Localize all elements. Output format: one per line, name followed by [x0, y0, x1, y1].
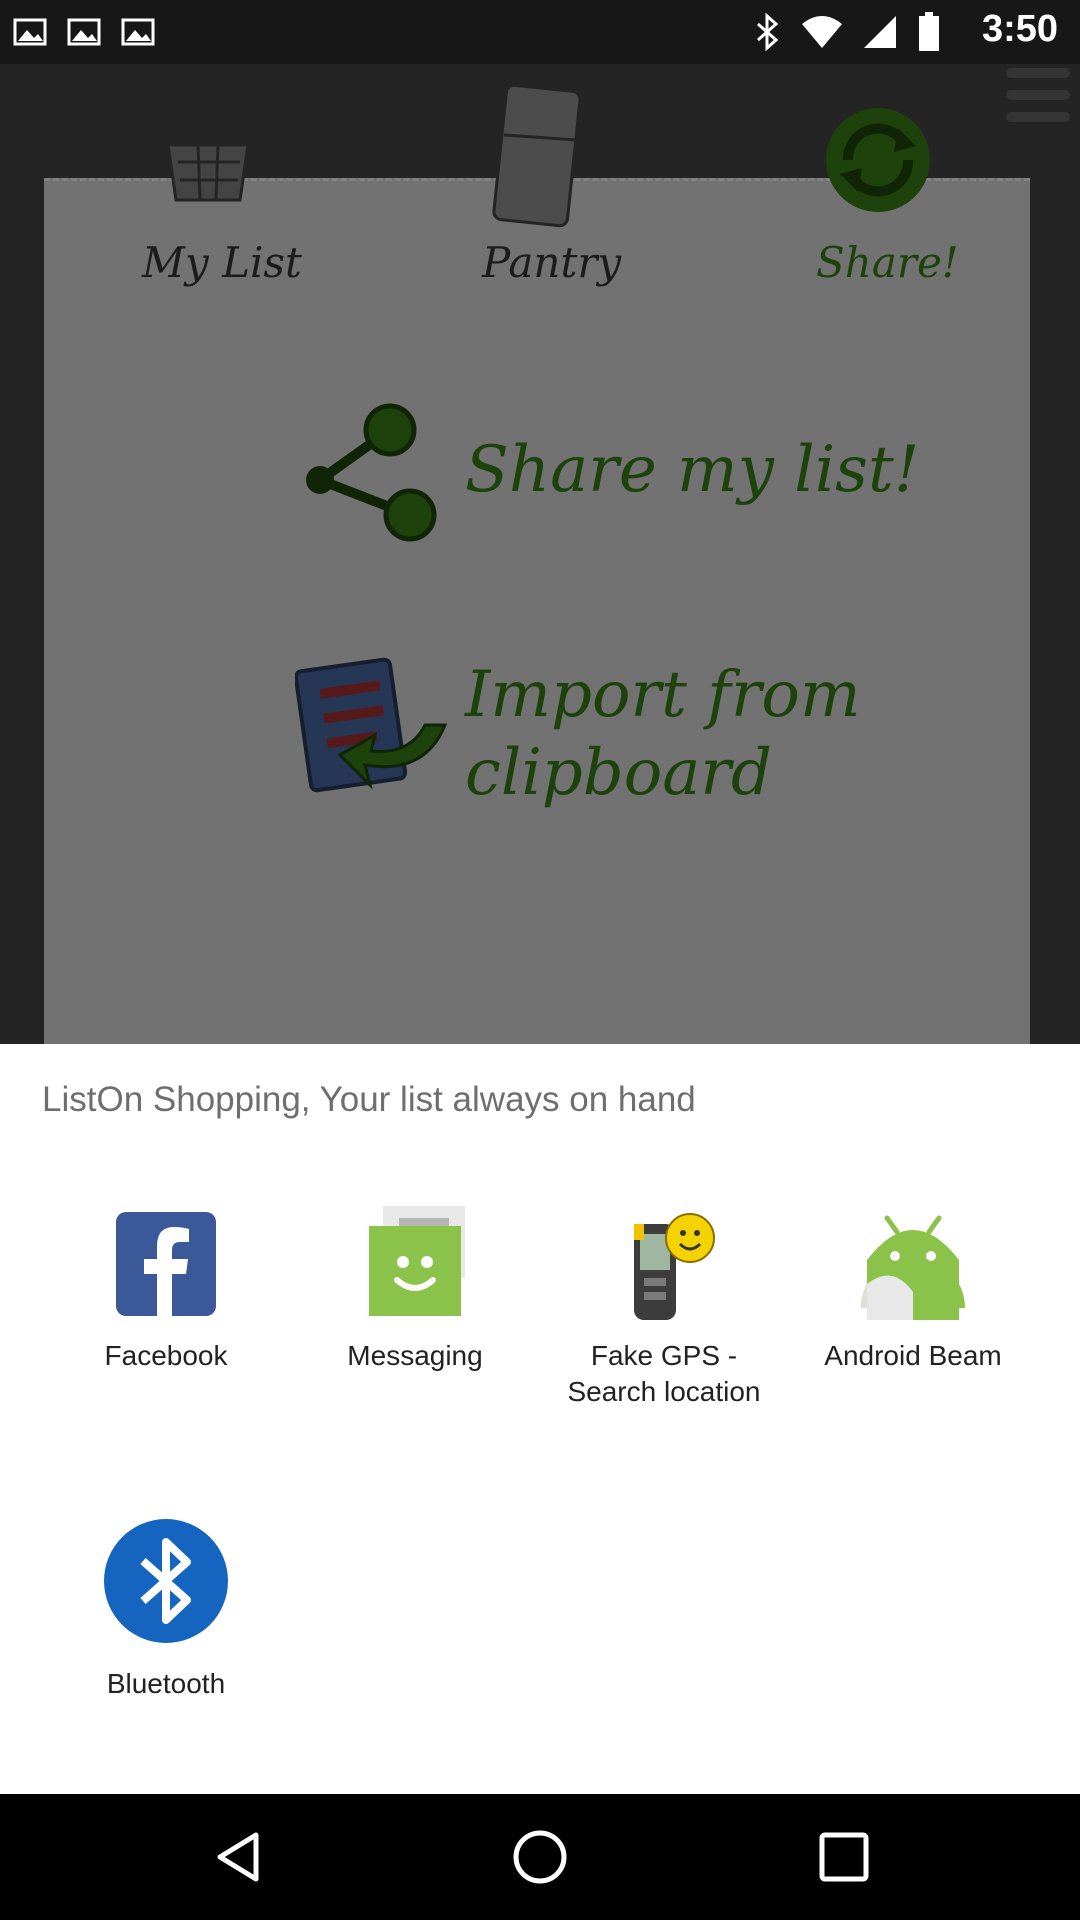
share-target-bluetooth[interactable]: Bluetooth [46, 1516, 286, 1702]
recents-icon[interactable] [814, 1827, 874, 1887]
share-target-facebook[interactable]: Facebook [46, 1204, 286, 1374]
scrim[interactable] [0, 0, 1080, 1044]
share-target-fake-gps[interactable]: Fake GPS - Search location [544, 1204, 784, 1410]
battery-icon [919, 12, 939, 51]
android-icon [853, 1204, 973, 1324]
app-label: Bluetooth [106, 1668, 226, 1699]
navigation-bar [0, 1794, 1080, 1920]
image-notification-icon [121, 18, 155, 46]
messaging-icon [355, 1204, 475, 1324]
image-notification-icon [67, 18, 101, 46]
app-label: Fake GPS - Search location [567, 1340, 761, 1407]
app-label: Android Beam [824, 1340, 1002, 1371]
status-bar: 3:50 [0, 0, 1080, 64]
facebook-icon [106, 1204, 226, 1324]
back-icon[interactable] [210, 1827, 270, 1887]
app-label: Messaging [347, 1340, 483, 1371]
background-app: My List Pantry Share! Share my list! Imp… [0, 0, 1080, 1044]
image-notification-icon [13, 18, 47, 46]
clock: 3:50 [981, 8, 1058, 50]
bluetooth-icon [101, 1516, 231, 1646]
share-target-messaging[interactable]: Messaging [295, 1204, 535, 1374]
app-label: Facebook [104, 1340, 228, 1371]
share-target-android-beam[interactable]: Android Beam [793, 1204, 1033, 1374]
wifi-icon [802, 16, 842, 48]
gps-device-icon [604, 1204, 724, 1324]
bluetooth-status-icon [757, 12, 779, 52]
share-sheet: ListOn Shopping, Your list always on han… [0, 1044, 1080, 1794]
home-icon[interactable] [510, 1827, 570, 1887]
signal-icon [864, 16, 896, 48]
share-sheet-title: ListOn Shopping, Your list always on han… [42, 1080, 696, 1119]
